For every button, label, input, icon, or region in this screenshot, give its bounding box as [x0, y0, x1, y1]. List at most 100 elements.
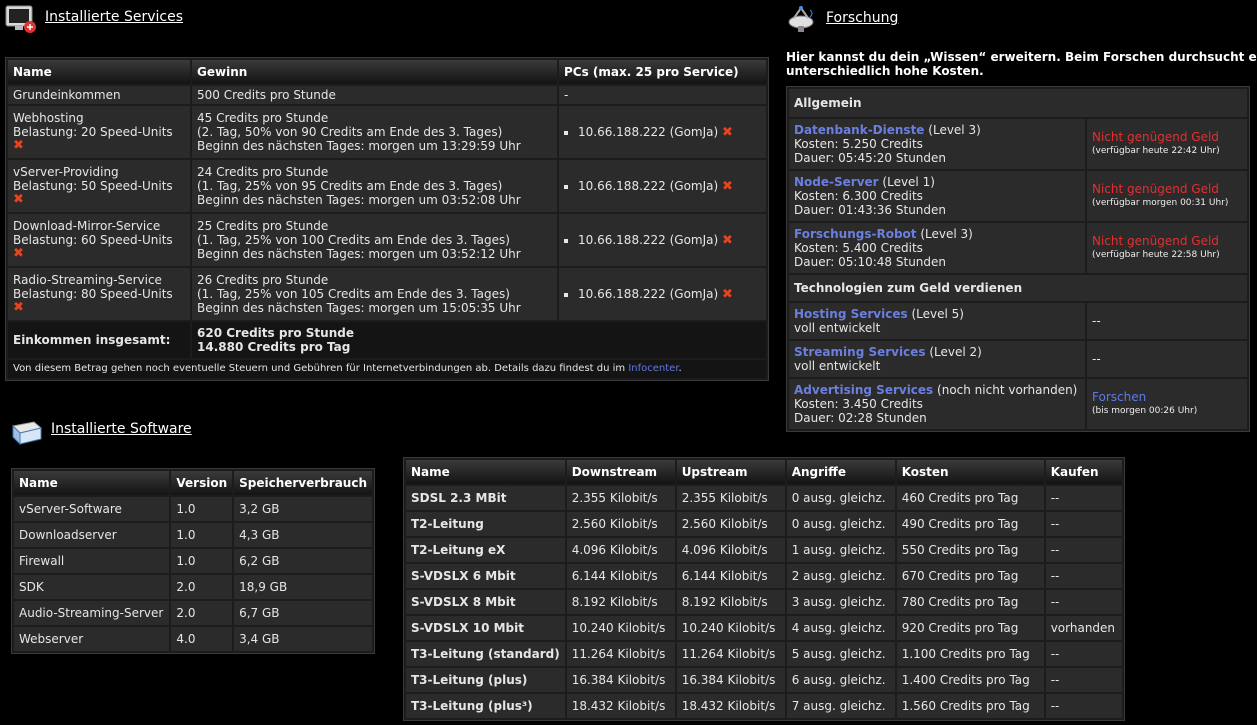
research-cost: Kosten: 6.300 Credits	[794, 189, 923, 203]
service-load: Belastung: 20 Speed-Units	[13, 125, 173, 139]
remove-pc-icon[interactable]: ✖	[722, 233, 733, 248]
sw-name: vServer-Software	[14, 497, 170, 521]
research-row: Hosting Services (Level 5) voll entwickel…	[789, 303, 1247, 339]
research-duration: Dauer: 01:43:36 Stunden	[794, 203, 947, 217]
remove-pc-icon[interactable]: ✖	[722, 287, 733, 302]
conn-name: T3-Leitung (standard)	[406, 642, 565, 666]
col-downstream: Downstream	[566, 460, 675, 484]
conn-cost: 1.100 Credits pro Tag	[896, 642, 1044, 666]
research-status: --	[1087, 341, 1247, 377]
conn-cost: 1.400 Credits pro Tag	[896, 668, 1044, 692]
software-title[interactable]: Installierte Software	[51, 421, 192, 437]
research-cost: Kosten: 5.400 Credits	[794, 241, 923, 255]
research-available: (verfügbar heute 22:58 Uhr)	[1092, 250, 1220, 260]
service-name: Radio-Streaming-Service	[13, 273, 162, 287]
sw-mem: 4,3 GB	[234, 523, 372, 547]
service-load: Belastung: 80 Speed-Units	[13, 287, 173, 301]
research-cat-general: Allgemein	[789, 89, 1247, 117]
research-link[interactable]: Datenbank-Dienste	[794, 123, 924, 137]
gewinn-line: 25 Credits pro Stunde	[197, 219, 329, 233]
pc-label: 10.66.188.222 (GomJa)	[578, 124, 719, 139]
research-link[interactable]: Hosting Services	[794, 307, 908, 321]
research-link[interactable]: Advertising Services	[794, 383, 933, 397]
conn-up: 4.096 Kilobit/s	[676, 538, 785, 562]
conn-up: 8.192 Kilobit/s	[676, 590, 785, 614]
grund-name: Grundeinkommen	[8, 86, 190, 104]
research-table-wrap: Allgemein Datenbank-Dienste (Level 3) Kos…	[786, 86, 1250, 432]
table-row: vServer-Providing Belastung: 50 Speed-Uni…	[8, 160, 766, 212]
conn-buy: --	[1045, 486, 1122, 510]
conn-down: 10.240 Kilobit/s	[566, 616, 675, 640]
conn-up: 2.560 Kilobit/s	[676, 512, 785, 536]
research-link[interactable]: Streaming Services	[794, 345, 926, 359]
table-row: T3-Leitung (standard) 11.264 Kilobit/s 11.…	[406, 642, 1122, 666]
table-row: Webhosting Belastung: 20 Speed-Units ✖ 45 …	[8, 106, 766, 158]
conn-attacks: 2 ausg. gleichz.	[786, 564, 895, 588]
grund-gewinn: 500 Credits pro Stunde	[192, 86, 557, 104]
gewinn-line: 24 Credits pro Stunde	[197, 165, 329, 179]
gewinn-next: Beginn des nächsten Tages: morgen um 15:…	[197, 301, 521, 315]
remove-service-icon[interactable]: ✖	[13, 301, 185, 315]
conn-buy: --	[1045, 564, 1122, 588]
col-angriffe: Angriffe	[786, 460, 895, 484]
remove-service-icon[interactable]: ✖	[13, 193, 185, 207]
conn-down: 6.144 Kilobit/s	[566, 564, 675, 588]
conn-up: 10.240 Kilobit/s	[676, 616, 785, 640]
infocenter-link[interactable]: Infocenter	[628, 363, 678, 374]
remove-service-icon[interactable]: ✖	[13, 247, 185, 261]
connections-table-wrap: Name Downstream Upstream Angriffe Kosten…	[403, 457, 1125, 721]
conn-name: S-VDSLX 8 Mbit	[406, 590, 565, 614]
sw-mem: 6,7 GB	[234, 601, 372, 625]
research-status: Nicht genügend Geld	[1092, 130, 1219, 144]
col-conn-name: Name	[406, 460, 565, 484]
sw-version: 1.0	[171, 497, 233, 521]
conn-cost: 460 Credits pro Tag	[896, 486, 1044, 510]
table-row: S-VDSLX 8 Mbit 8.192 Kilobit/s 8.192 Kilob…	[406, 590, 1122, 614]
table-row: Firewall 1.0 6,2 GB	[14, 549, 372, 573]
services-title[interactable]: Installierte Services	[45, 9, 183, 25]
total-label: Einkommen insgesamt:	[8, 322, 190, 358]
pc-item: 10.66.188.222 (GomJa) ✖	[578, 179, 761, 194]
sw-version: 2.0	[171, 601, 233, 625]
conn-cost: 670 Credits pro Tag	[896, 564, 1044, 588]
service-name: Download-Mirror-Service	[13, 219, 161, 233]
sw-version: 2.0	[171, 575, 233, 599]
software-box-icon	[10, 416, 44, 446]
pc-label: 10.66.188.222 (GomJa)	[578, 286, 719, 301]
conn-name: T3-Leitung (plus)	[406, 668, 565, 692]
conn-up: 18.432 Kilobit/s	[676, 694, 785, 718]
research-start-link[interactable]: Forschen	[1092, 390, 1242, 404]
conn-down: 16.384 Kilobit/s	[566, 668, 675, 692]
research-link[interactable]: Node-Server	[794, 175, 879, 189]
sw-name: Downloadserver	[14, 523, 170, 547]
research-level: (Level 5)	[911, 307, 964, 321]
gewinn-line: 26 Credits pro Stunde	[197, 273, 329, 287]
conn-buy: --	[1045, 642, 1122, 666]
conn-down: 2.560 Kilobit/s	[566, 512, 675, 536]
research-link[interactable]: Forschungs-Robot	[794, 227, 917, 241]
gewinn-line: 45 Credits pro Stunde	[197, 111, 329, 125]
gewinn-detail: (1. Tag, 25% von 95 Credits am Ende des …	[197, 179, 503, 193]
research-title[interactable]: Forschung	[826, 10, 898, 26]
research-cost: Kosten: 3.450 Credits	[794, 397, 923, 411]
conn-attacks: 1 ausg. gleichz.	[786, 538, 895, 562]
table-row: vServer-Software 1.0 3,2 GB	[14, 497, 372, 521]
footnote-text: Von diesem Betrag gehen noch eventuelle …	[13, 363, 629, 374]
service-load: Belastung: 50 Speed-Units	[13, 179, 173, 193]
gewinn-next: Beginn des nächsten Tages: morgen um 03:…	[197, 247, 521, 261]
remove-service-icon[interactable]: ✖	[13, 139, 185, 153]
remove-pc-icon[interactable]: ✖	[722, 179, 733, 194]
gewinn-detail: (1. Tag, 25% von 105 Credits am Ende des…	[197, 287, 510, 301]
sw-version: 1.0	[171, 549, 233, 573]
conn-up: 11.264 Kilobit/s	[676, 642, 785, 666]
conn-attacks: 7 ausg. gleichz.	[786, 694, 895, 718]
conn-name: T2-Leitung	[406, 512, 565, 536]
conn-down: 11.264 Kilobit/s	[566, 642, 675, 666]
conn-name: T3-Leitung (plus³)	[406, 694, 565, 718]
remove-pc-icon[interactable]: ✖	[722, 125, 733, 140]
conn-cost: 550 Credits pro Tag	[896, 538, 1044, 562]
col-kosten: Kosten	[896, 460, 1044, 484]
research-satellite-icon	[786, 4, 820, 34]
services-monitor-icon	[5, 4, 37, 34]
table-row: T2-Leitung 2.560 Kilobit/s 2.560 Kilobit/s…	[406, 512, 1122, 536]
